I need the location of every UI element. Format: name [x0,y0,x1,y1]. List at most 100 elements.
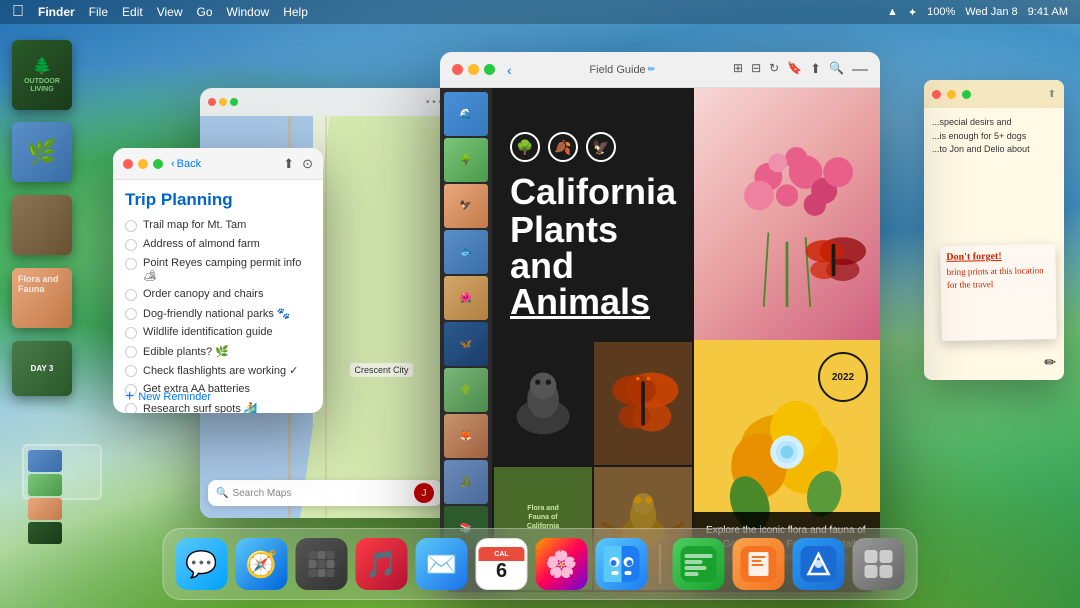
dock-photos-icon[interactable]: 🌸 [536,538,588,590]
new-reminder-button[interactable]: + New Reminder [125,389,211,405]
book-search-icon[interactable]: 🔍 [829,61,844,79]
book-minus-icon[interactable]: — [852,61,868,79]
thumb-item[interactable]: 🐊 [444,460,488,504]
wifi-icon[interactable]: ▲ [887,6,898,18]
tree-icon-circle: 🌳 [510,132,540,162]
app-name-menu[interactable]: Finder [38,5,75,19]
reminder-checkbox[interactable] [125,258,137,270]
dock-numbers-icon[interactable] [673,538,725,590]
list-item[interactable]: Wildlife identification guide [113,323,323,342]
sidebar-item-nature-guide[interactable]: 🌿 [12,122,72,182]
book-close-button[interactable] [452,64,463,75]
list-item[interactable]: Address of almond farm [113,235,323,254]
reminders-close-button[interactable] [123,159,133,169]
battery-indicator: 100% [927,6,955,18]
reminders-back-button[interactable]: ‹ Back [171,158,201,170]
maps-maximize-button[interactable] [230,98,238,106]
notes-close-button[interactable] [932,90,941,99]
book-california-text: California [510,174,676,210]
dock-calendar-icon[interactable]: CAL 6 [476,538,528,590]
flower-svg [694,88,880,340]
reminders-more-icon[interactable]: ⊙ [302,156,313,172]
notes-pencil-icon[interactable]: ✏ [1044,354,1056,372]
sticky-line-2: for the travel [947,277,1050,291]
ipad-thumb-1 [28,450,62,472]
book-maximize-button[interactable] [484,64,495,75]
outdoor-living-label: OUTDOOR LIVING [12,78,72,95]
dock-launchpad-icon[interactable] [296,538,348,590]
maps-minimize-button[interactable] [219,98,227,106]
reminders-maximize-button[interactable] [153,159,163,169]
dock-safari-icon[interactable]: 🧭 [236,538,288,590]
book-share-icon[interactable]: ⬆ [810,61,821,79]
edit-menu[interactable]: Edit [122,5,143,19]
book-thumbnail-strip[interactable]: 🌊 🌳 🦅 🐟 🌺 🦋 🌵 🦊 🐊 📚 [440,88,492,592]
map-city-label: Crescent City [350,363,412,377]
thumb-item[interactable]: 🦅 [444,184,488,228]
reminder-checkbox[interactable] [125,239,137,251]
list-item[interactable]: Trail map for Mt. Tam [113,216,323,235]
maps-titlebar: • • • [200,88,450,116]
window-menu[interactable]: Window [227,5,270,19]
dock-separator [660,544,661,584]
reminders-minimize-button[interactable] [138,159,148,169]
thumb-item[interactable]: 🐟 [444,230,488,274]
date-time: Wed Jan 8 [965,6,1017,18]
reminder-checkbox[interactable] [125,289,137,301]
sidebar-item-day3[interactable]: DAY 3 [12,341,72,396]
reminders-title: Trip Planning [113,180,323,216]
help-menu[interactable]: Help [283,5,308,19]
go-menu[interactable]: Go [197,5,213,19]
sidebar-item-travel[interactable] [12,195,72,255]
thumb-item[interactable]: 🌊 [444,92,488,136]
book-title-section: 🌳 🍂 🦅 California Plants and Animals [492,88,694,340]
sidebar-item-flora[interactable]: Flora and Fauna [12,268,72,328]
year-badge: 2022 [818,352,868,402]
list-item[interactable]: Point Reyes camping permit info 🏕 [113,254,323,285]
list-item[interactable]: Order canopy and chairs [113,285,323,304]
apple-menu[interactable]:  [12,3,24,21]
ipad-thumb-2 [28,474,62,496]
maps-avatar: J [414,483,434,503]
notes-maximize-button[interactable] [962,90,971,99]
file-menu[interactable]: File [89,5,108,19]
dock-finder-icon[interactable] [596,538,648,590]
reminder-checkbox[interactable] [125,220,137,232]
maps-search-bar[interactable]: 🔍 Search Maps J [208,480,442,506]
dock-vectornator-icon[interactable] [793,538,845,590]
book-back-icon[interactable]: ‹ [507,62,512,78]
notes-share-icon[interactable]: ⬆ [1048,89,1056,100]
reminder-text: Order canopy and chairs [143,288,263,300]
sidebar-item-outdoor-living[interactable]: 🌲 OUTDOOR LIVING [12,40,72,110]
dock-messages-icon[interactable]: 💬 [176,538,228,590]
book-bookmark-icon[interactable]: 🔖 [787,61,802,79]
thumb-item[interactable]: 🦋 [444,322,488,366]
thumb-item[interactable]: 🌳 [444,138,488,182]
dock-extras-icon[interactable] [853,538,905,590]
reminder-checkbox[interactable] [125,308,137,320]
list-item[interactable]: Check flashlights are working ✓ [113,361,323,380]
list-item[interactable]: Edible plants? 🌿 [113,342,323,361]
book-sync-icon[interactable]: ↻ [769,61,779,79]
dock-pages-icon[interactable] [733,538,785,590]
reminders-share-icon[interactable]: ⬆ [283,156,294,172]
thumb-item[interactable]: 🌵 [444,368,488,412]
dock-music-icon[interactable]: 🎵 [356,538,408,590]
maps-close-button[interactable] [208,98,216,106]
bluetooth-icon[interactable]: ✦ [908,6,917,19]
book-grid-icon[interactable]: ⊞ [733,61,743,79]
reminder-checkbox[interactable] [125,346,137,358]
reminder-checkbox[interactable] [125,327,137,339]
collage-cell-bird [494,342,592,465]
dock-mail-icon[interactable]: ✉️ [416,538,468,590]
reminder-checkbox[interactable] [125,365,137,377]
ipad-mini-stack[interactable] [22,444,102,500]
list-item[interactable]: Dog-friendly national parks 🐾 [113,304,323,323]
thumb-item[interactable]: 🦊 [444,414,488,458]
notes-minimize-button[interactable] [947,90,956,99]
book-minimize-button[interactable] [468,64,479,75]
thumb-item[interactable]: 🌺 [444,276,488,320]
view-menu[interactable]: View [157,5,183,19]
book-view-icon[interactable]: ⊟ [751,61,761,79]
pages-icon [741,546,777,582]
